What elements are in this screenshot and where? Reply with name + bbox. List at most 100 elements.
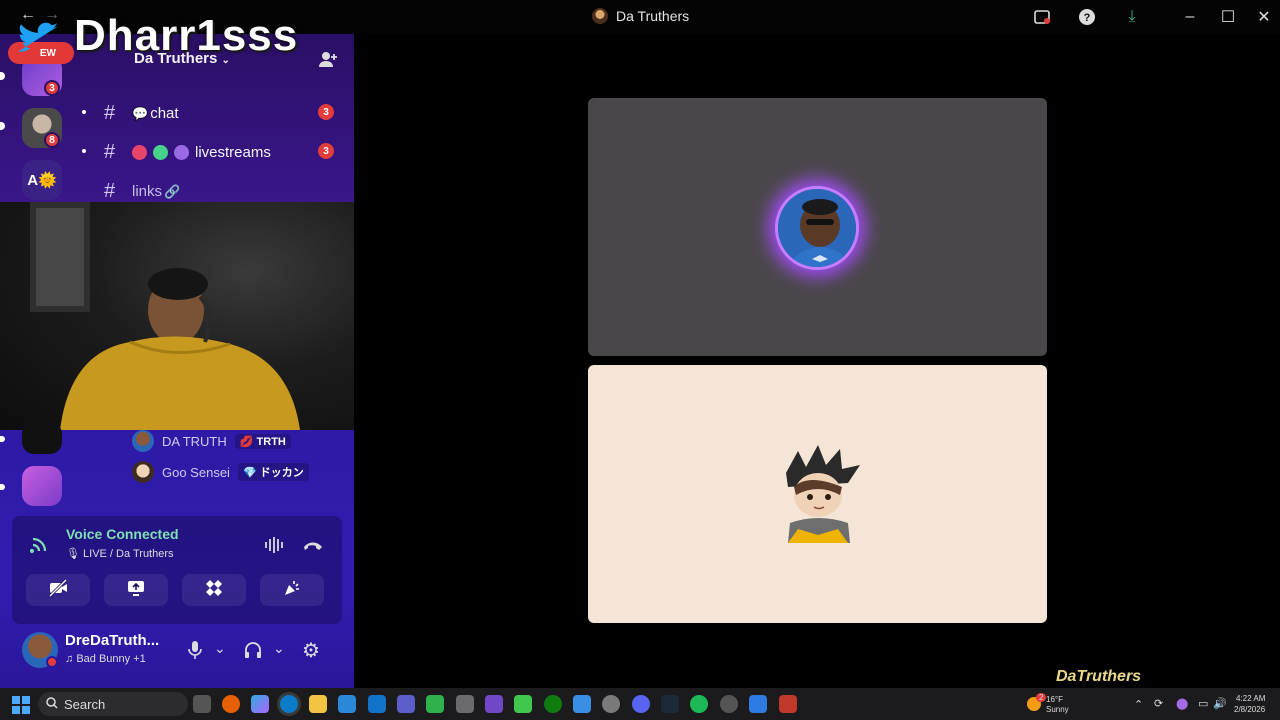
voice-tile[interactable] [588, 365, 1047, 623]
channel-label: links [132, 183, 163, 200]
tray-app-icon[interactable]: ⬤ [1176, 697, 1188, 710]
help-icon[interactable]: ? [1077, 7, 1097, 27]
headphones-icon[interactable] [243, 640, 263, 665]
app-icon[interactable] [779, 695, 797, 713]
svg-text:?: ? [1084, 12, 1091, 24]
hash-icon: # [104, 180, 116, 202]
member-tag: 💎 ドッカン [237, 463, 309, 481]
settings-app-icon[interactable] [602, 695, 620, 713]
xbox-icon[interactable] [544, 695, 562, 713]
clock-time[interactable]: 4:22 AM [1236, 694, 1265, 703]
weather-desc[interactable]: Sunny [1046, 705, 1069, 714]
red-circle-icon [132, 145, 147, 160]
green-app-icon[interactable] [426, 695, 444, 713]
store-icon[interactable] [338, 695, 356, 713]
mic-small-icon: 🎙 [66, 548, 80, 560]
channel-unread-dot [82, 149, 86, 153]
tray-expand-icon[interactable]: ⌃ [1134, 698, 1143, 711]
speaker-avatar [775, 186, 859, 270]
webcam-image [30, 202, 300, 430]
member-item[interactable]: DA TRUTH 💋 TRTH [132, 430, 291, 452]
copilot-icon[interactable] [251, 695, 269, 713]
app-icon[interactable] [485, 695, 503, 713]
member-avatar [132, 430, 154, 452]
weather-temp[interactable]: 16°F [1046, 695, 1063, 704]
volume-icon[interactable]: 🔊 [1213, 697, 1227, 710]
taskbar: Search 2 16°F Sunny ⌃ ⟳ ⬤ ▭ 🔊 4:22 AM 2/… [0, 688, 1280, 720]
guild-unread-indicator [0, 484, 5, 490]
channel-links[interactable]: # links 🔗 [104, 180, 180, 203]
channel-chat[interactable]: # 💬 chat [104, 102, 179, 125]
disconnect-icon[interactable] [302, 538, 324, 557]
windows-start-icon[interactable] [12, 696, 30, 714]
twitter-bird-icon [18, 22, 59, 52]
channel-unread-dot [82, 110, 86, 114]
app-icon[interactable] [514, 695, 532, 713]
add-member-icon[interactable] [318, 50, 338, 73]
member-tag: 💋 TRTH [234, 433, 291, 449]
close-icon[interactable]: ✕ [1254, 7, 1274, 27]
audio-options-chevron-icon[interactable]: ⌄ [273, 640, 285, 657]
task-view-icon[interactable] [193, 695, 211, 713]
activities-icon [204, 578, 224, 603]
screen-share-button[interactable] [104, 574, 168, 606]
outlook-icon[interactable] [368, 695, 386, 713]
camera-off-button[interactable] [26, 574, 90, 606]
steam-icon[interactable] [661, 695, 679, 713]
download-icon[interactable]: ⤓ [1122, 7, 1142, 27]
activities-button[interactable] [182, 574, 246, 606]
microphone-icon[interactable] [187, 640, 203, 665]
gear-icon[interactable]: ⚙ [302, 638, 320, 663]
purple-circle-icon [174, 145, 189, 160]
signal-icon[interactable] [29, 534, 50, 559]
file-explorer-icon[interactable] [309, 695, 327, 713]
obs-icon[interactable] [720, 695, 738, 713]
maximize-icon[interactable]: ☐ [1218, 7, 1238, 27]
mic-options-chevron-icon[interactable]: ⌄ [214, 640, 226, 657]
clock-date[interactable]: 2/8/2026 [1234, 705, 1265, 714]
photos-icon[interactable] [573, 695, 591, 713]
voice-tile-speaking[interactable] [588, 98, 1047, 356]
search-placeholder: Search [64, 696, 106, 712]
guild-unread-indicator [0, 436, 5, 442]
user-name[interactable]: DreDaTruth... [65, 632, 159, 649]
teams-icon[interactable] [397, 695, 415, 713]
gem-icon: 💎 [242, 467, 257, 479]
firefox-icon[interactable] [222, 695, 240, 713]
search-icon [46, 696, 58, 712]
soundboard-button[interactable] [260, 574, 324, 606]
channel-emoji: 💬 [132, 105, 149, 121]
guild-badge: 3 [44, 80, 60, 96]
window-title-text: Da Truthers [616, 8, 690, 24]
sync-icon[interactable]: ⟳ [1154, 697, 1163, 710]
hash-icon: # [104, 102, 116, 124]
minimize-icon[interactable]: – [1180, 7, 1200, 27]
voice-status[interactable]: Voice Connected [66, 526, 179, 542]
network-icon[interactable]: ▭ [1198, 697, 1208, 710]
user-panel: DreDaTruth... ♫ Bad Bunny +1 ⌄ ⌄ ⚙ [12, 626, 342, 676]
guild-icon[interactable]: A 🌞 [22, 160, 62, 200]
guild-unread-indicator [0, 122, 5, 130]
channel-label: chat [150, 105, 179, 122]
discord-icon[interactable] [632, 695, 650, 713]
camera-off-icon [48, 578, 68, 602]
channel-livestreams[interactable]: # livestreams [104, 141, 271, 164]
app-icon[interactable] [749, 695, 767, 713]
screen-share-icon [126, 579, 146, 602]
voice-channel[interactable]: 🎙 LIVE / Da Truthers [66, 547, 174, 560]
spotify-icon[interactable] [690, 695, 708, 713]
edge-icon[interactable] [280, 695, 298, 713]
noise-suppression-icon[interactable] [264, 536, 286, 559]
server-avatar-icon [592, 8, 608, 24]
guild-initials: A [27, 171, 39, 189]
member-item[interactable]: Goo Sensei 💎 ドッカン [132, 461, 309, 483]
inbox-icon[interactable] [1032, 7, 1052, 27]
hash-icon: # [104, 141, 116, 163]
guild-icon[interactable] [22, 422, 62, 454]
app-icon[interactable] [456, 695, 474, 713]
lips-icon: 💋 [239, 435, 254, 448]
taskbar-search[interactable]: Search [38, 692, 188, 716]
guild-icon[interactable] [22, 466, 62, 506]
user-activity-text: Bad Bunny +1 [76, 653, 146, 665]
webcam-feed [0, 202, 354, 430]
